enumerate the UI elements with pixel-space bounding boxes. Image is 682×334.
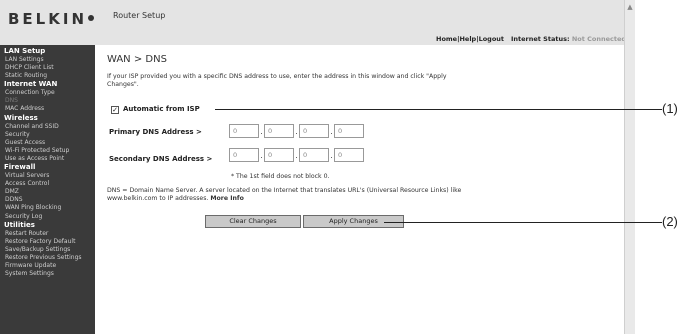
clear-changes-button[interactable]: Clear Changes: [205, 215, 301, 228]
status-label: Internet Status:: [511, 35, 570, 43]
secondary-dns-octet-3[interactable]: 0: [299, 148, 329, 162]
callout-line-2: [384, 222, 662, 223]
automatic-from-isp-label: Automatic from ISP: [123, 105, 200, 113]
sidebar-nav: LAN Setup LAN Settings DHCP Client List Sta…: [0, 45, 95, 334]
sidebar-item[interactable]: Restore Factory Default: [0, 238, 95, 246]
primary-dns-octet-2[interactable]: 0: [264, 124, 294, 138]
status-value: Not Connected: [571, 35, 627, 43]
header-bar: BELKIN Router Setup Home|Help|Logout Int…: [0, 0, 626, 45]
main-content: WAN > DNS If your ISP provided you with …: [95, 45, 624, 334]
page-title: WAN > DNS: [107, 54, 167, 65]
sidebar-section-title: Firewall: [4, 163, 36, 172]
sidebar-item[interactable]: DHCP Client List: [0, 64, 95, 72]
secondary-dns-octet-4[interactable]: 0: [334, 148, 364, 162]
sidebar-item[interactable]: Channel and SSID: [0, 123, 95, 131]
secondary-dns-octet-1[interactable]: 0: [229, 148, 259, 162]
secondary-dns-octet-2[interactable]: 0: [264, 148, 294, 162]
first-field-note: * The 1st field does not block 0.: [231, 173, 330, 180]
dns-definition-text: DNS = Domain Name Server. A server locat…: [107, 187, 462, 202]
automatic-from-isp-checkbox[interactable]: ✓: [111, 106, 119, 114]
sidebar-item[interactable]: Guest Access: [0, 139, 95, 147]
sidebar-item[interactable]: Restore Previous Settings: [0, 254, 95, 262]
secondary-dns-label: Secondary DNS Address >: [109, 155, 213, 163]
sidebar-item[interactable]: Security: [0, 131, 95, 139]
belkin-logo: BELKIN: [8, 10, 87, 28]
sidebar-item[interactable]: DMZ: [0, 188, 95, 196]
sidebar-section-title: Internet WAN: [4, 80, 58, 89]
secondary-dns-fields: 0 . 0 . 0 . 0: [229, 148, 364, 162]
app-title: Router Setup: [113, 11, 166, 20]
sidebar-section-title: Wireless: [4, 113, 38, 122]
primary-dns-octet-1[interactable]: 0: [229, 124, 259, 138]
primary-dns-octet-4[interactable]: 0: [334, 124, 364, 138]
logout-link[interactable]: Logout: [479, 35, 504, 43]
top-nav: Home|Help|Logout: [436, 35, 505, 43]
callout-line-1: [215, 109, 662, 110]
sidebar-item[interactable]: Virtual Servers: [0, 172, 95, 180]
sidebar-item[interactable]: LAN Settings: [0, 56, 95, 64]
sidebar-item[interactable]: Firmware Update: [0, 262, 95, 270]
callout-label-2: (2): [662, 214, 678, 229]
sidebar-item[interactable]: WAN Ping Blocking: [0, 204, 95, 212]
sidebar-item[interactable]: Wi-Fi Protected Setup: [0, 147, 95, 155]
sidebar-item[interactable]: Restart Router: [0, 230, 95, 238]
sidebar-item[interactable]: System Settings: [0, 270, 95, 278]
more-info-link[interactable]: More Info: [210, 195, 243, 202]
sidebar-item[interactable]: Connection Type: [0, 89, 95, 97]
dns-definition: DNS = Domain Name Server. A server locat…: [107, 187, 467, 203]
sidebar-item[interactable]: Static Routing: [0, 72, 95, 80]
sidebar-section-title: LAN Setup: [4, 47, 46, 55]
sidebar-item[interactable]: DNS: [0, 97, 95, 105]
vertical-scrollbar[interactable]: [624, 0, 635, 334]
router-setup-window: BELKIN Router Setup Home|Help|Logout Int…: [0, 0, 635, 334]
primary-dns-octet-3[interactable]: 0: [299, 124, 329, 138]
sidebar-item[interactable]: Save/Backup Settings: [0, 246, 95, 254]
automatic-from-isp-row: ✓ Automatic from ISP: [111, 105, 200, 114]
primary-dns-label: Primary DNS Address >: [109, 128, 202, 136]
sidebar-item[interactable]: MAC Address: [0, 105, 95, 113]
sidebar-item[interactable]: DDNS: [0, 196, 95, 204]
sidebar-item[interactable]: Security Log: [0, 213, 95, 221]
sidebar-item[interactable]: Access Control: [0, 180, 95, 188]
internet-status: Internet Status: Not Connected: [511, 35, 626, 43]
sidebar-section-title: Utilities: [4, 220, 35, 229]
callout-label-1: (1): [662, 101, 678, 116]
home-link[interactable]: Home: [436, 35, 457, 43]
logo-dot-icon: [88, 15, 94, 21]
sidebar-item[interactable]: Use as Access Point: [0, 155, 95, 163]
help-link[interactable]: Help: [459, 35, 476, 43]
scroll-up-arrow-icon[interactable]: ▲: [625, 2, 635, 12]
primary-dns-fields: 0 . 0 . 0 . 0: [229, 124, 364, 138]
intro-text: If your ISP provided you with a specific…: [107, 73, 447, 88]
